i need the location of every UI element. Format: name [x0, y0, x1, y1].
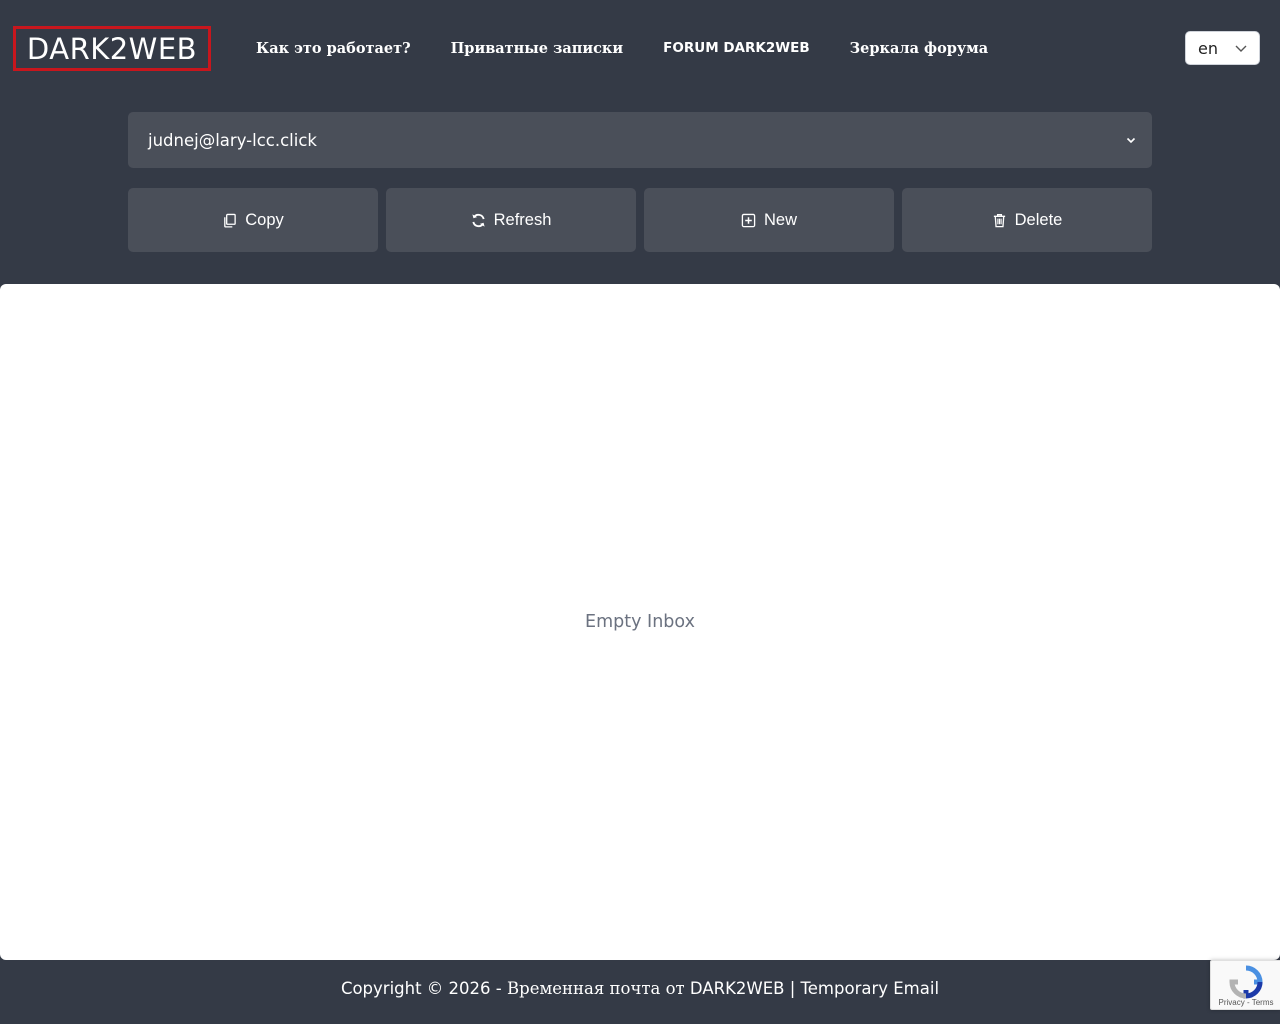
footer-ru-text: Временная почта от — [507, 978, 690, 998]
empty-inbox-message: Empty Inbox — [585, 612, 695, 632]
new-button[interactable]: New — [644, 188, 894, 252]
language-value: en — [1198, 38, 1218, 58]
footer: Copyright © 2026 - Временная почта от DA… — [0, 970, 1280, 1006]
trash-icon — [993, 213, 1005, 227]
email-address-value: judnej@lary-lcc.click — [148, 130, 317, 150]
main-nav: Как это работает? Приватные записки FORU… — [256, 36, 988, 60]
nav-private-notes[interactable]: Приватные записки — [451, 40, 624, 57]
footer-copyright: Copyright © 2026 - — [340, 978, 507, 998]
nav-forum[interactable]: FORUM DARK2WEB — [663, 40, 810, 56]
chevron-down-icon — [1126, 137, 1136, 144]
recaptcha-badge[interactable]: Privacy - Terms — [1210, 960, 1280, 1010]
recaptcha-links[interactable]: Privacy - Terms — [1211, 998, 1280, 1007]
plus-square-icon — [741, 213, 756, 227]
footer-brand: DARK2WEB | Temporary Email — [689, 978, 940, 998]
delete-label: Delete — [1014, 210, 1063, 229]
logo[interactable]: DARK2WEB — [13, 26, 211, 71]
new-label: New — [763, 210, 797, 229]
action-bar: Copy Refresh New Delete — [128, 188, 1152, 252]
nav-how-it-works[interactable]: Как это работает? — [256, 40, 411, 57]
copy-icon — [224, 213, 237, 228]
recaptcha-icon — [1229, 965, 1263, 999]
copy-button[interactable]: Copy — [128, 188, 378, 252]
copy-label: Copy — [245, 210, 284, 229]
email-address-select[interactable]: judnej@lary-lcc.click — [128, 112, 1152, 168]
delete-button[interactable]: Delete — [902, 188, 1152, 252]
chevron-down-icon — [1235, 45, 1247, 52]
header: DARK2WEB Как это работает? Приватные зап… — [0, 0, 1280, 96]
refresh-button[interactable]: Refresh — [386, 188, 636, 252]
language-select[interactable]: en — [1185, 31, 1260, 65]
refresh-icon — [472, 213, 485, 227]
nav-forum-mirrors[interactable]: Зеркала форума — [850, 40, 989, 57]
refresh-label: Refresh — [493, 210, 552, 229]
inbox-panel: Empty Inbox — [0, 284, 1280, 960]
